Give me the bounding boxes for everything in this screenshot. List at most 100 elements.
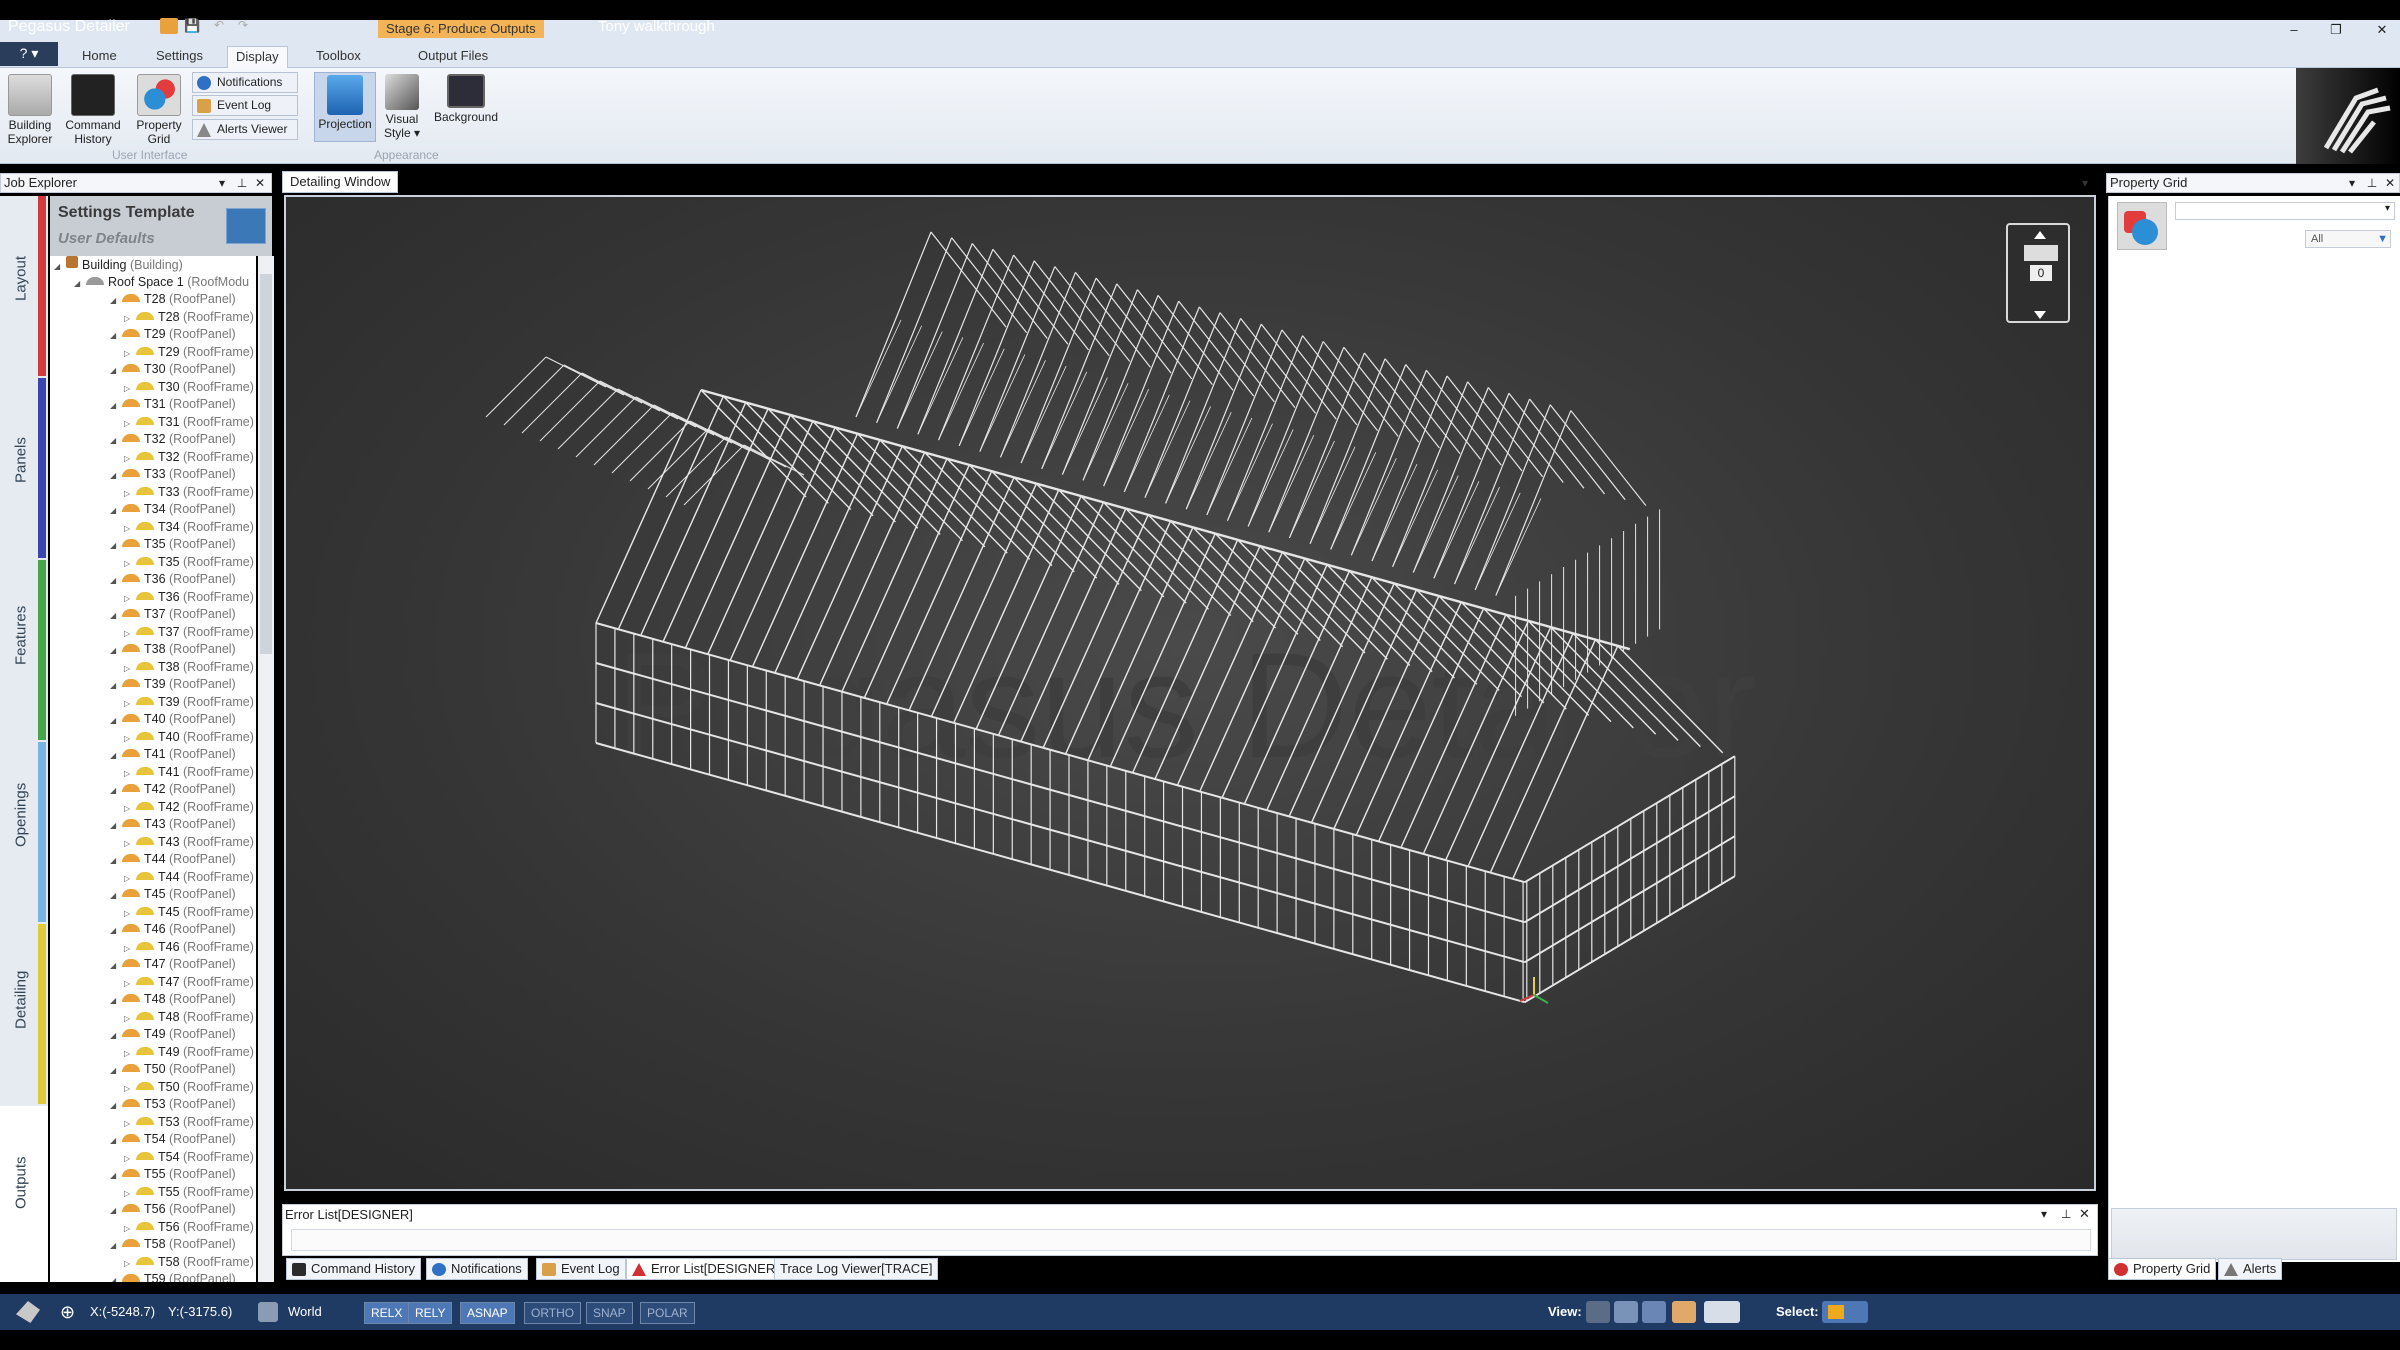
tree-node-panel[interactable]: ◢ T41 (RoofPanel) — [110, 746, 236, 763]
tab-event-log[interactable]: Event Log — [536, 1258, 626, 1280]
tree-node-panel[interactable]: ◢ T47 (RoofPanel) — [110, 956, 236, 973]
nav-up-icon[interactable] — [2034, 231, 2046, 239]
property-filter[interactable]: All ▼ — [2305, 230, 2391, 248]
tree-scrollbar[interactable] — [258, 256, 274, 1282]
tree-node-panel[interactable]: ◢ T54 (RoofPanel) — [110, 1131, 236, 1148]
tree-node-frame[interactable]: ▷ T54 (RoofFrame) — [124, 1149, 254, 1166]
minimize-button[interactable]: – — [2280, 22, 2308, 38]
sidetab-features[interactable]: Features — [0, 560, 48, 740]
projection-button[interactable]: Projection — [314, 72, 376, 142]
relx-toggle[interactable]: RELX — [364, 1302, 410, 1324]
tree-node-panel[interactable]: ◢ T55 (RoofPanel) — [110, 1166, 236, 1183]
background-button[interactable]: Background — [428, 72, 504, 142]
tree-node-frame[interactable]: ▷ T38 (RoofFrame) — [124, 659, 254, 676]
notifications-button[interactable]: Notifications — [192, 72, 298, 93]
tab-error-list[interactable]: Error List[DESIGNER] — [626, 1258, 785, 1280]
tree-node-frame[interactable]: ▷ T44 (RoofFrame) — [124, 869, 254, 886]
tab-toolbox[interactable]: Toolbox — [308, 46, 369, 68]
object-selector[interactable]: ▾ — [2175, 202, 2395, 220]
tree-node-panel[interactable]: ◢ T56 (RoofPanel) — [110, 1201, 236, 1218]
maximize-button[interactable]: ❐ — [2322, 22, 2350, 38]
tree-node-frame[interactable]: ▷ T37 (RoofFrame) — [124, 624, 254, 641]
open-icon[interactable] — [160, 18, 178, 34]
tree-node-panel[interactable]: ◢ T42 (RoofPanel) — [110, 781, 236, 798]
view-zoom-icon[interactable] — [1614, 1301, 1638, 1323]
tree-node-frame[interactable]: ▷ T33 (RoofFrame) — [124, 484, 254, 501]
tree-node-frame[interactable]: ▷ T41 (RoofFrame) — [124, 764, 254, 781]
tree-node-frame[interactable]: ▷ T50 (RoofFrame) — [124, 1079, 254, 1096]
close-button[interactable]: ✕ — [2368, 22, 2396, 38]
snap-toggle[interactable]: SNAP — [586, 1302, 633, 1324]
command-history-button[interactable]: Command History — [60, 72, 126, 146]
tree-node-frame[interactable]: ▷ T49 (RoofFrame) — [124, 1044, 254, 1061]
tab-command-history[interactable]: Command History — [286, 1258, 422, 1280]
view-pan-icon[interactable] — [1642, 1301, 1666, 1323]
tree-node-panel[interactable]: ◢ T32 (RoofPanel) — [110, 431, 236, 448]
tab-property-grid[interactable]: Property Grid — [2108, 1258, 2217, 1280]
tree-node-frame[interactable]: ▷ T56 (RoofFrame) — [124, 1219, 254, 1236]
window-menu-icon[interactable]: ▾ — [2082, 176, 2088, 190]
panel-dropdown-icon[interactable]: ▾ — [2345, 174, 2359, 192]
tree-node-building[interactable]: ◢ Building (Building) — [54, 256, 183, 273]
tab-home[interactable]: Home — [74, 46, 125, 68]
tree-node-panel[interactable]: ◢ T38 (RoofPanel) — [110, 641, 236, 658]
tree-node-frame[interactable]: ▷ T35 (RoofFrame) — [124, 554, 254, 571]
tab-settings[interactable]: Settings — [148, 46, 211, 68]
tree-node-panel[interactable]: ◢ T46 (RoofPanel) — [110, 921, 236, 938]
pin-icon[interactable]: ⊥ — [2365, 174, 2379, 192]
tab-trace-log-viewer[interactable]: Trace Log Viewer[TRACE] — [774, 1258, 939, 1280]
tree-node-panel[interactable]: ◢ T36 (RoofPanel) — [110, 571, 236, 588]
tree-node-frame[interactable]: ▷ T47 (RoofFrame) — [124, 974, 254, 991]
tree-node-panel[interactable]: ◢ T40 (RoofPanel) — [110, 711, 236, 728]
tree-node-frame[interactable]: ▷ T43 (RoofFrame) — [124, 834, 254, 851]
detailing-window-tab[interactable]: Detailing Window — [282, 171, 399, 193]
building-explorer-button[interactable]: Building Explorer — [4, 72, 56, 146]
sidetab-detailing[interactable]: Detailing — [0, 924, 48, 1104]
tree-node-panel[interactable]: ◢ T58 (RoofPanel) — [110, 1236, 236, 1253]
view-orbit-icon[interactable] — [1586, 1301, 1610, 1323]
tree-node-frame[interactable]: ▷ T34 (RoofFrame) — [124, 519, 254, 536]
tree-node-panel[interactable]: ◢ T44 (RoofPanel) — [110, 851, 236, 868]
tab-notifications[interactable]: Notifications — [426, 1258, 528, 1280]
tree-node-panel[interactable]: ◢ T45 (RoofPanel) — [110, 886, 236, 903]
panel-dropdown-icon[interactable]: ▾ — [215, 174, 229, 192]
tab-output-files[interactable]: Output Files — [410, 46, 496, 68]
save-icon[interactable]: 💾 — [184, 18, 202, 34]
sidetab-outputs[interactable]: Outputs — [0, 1106, 48, 1282]
tree-node-roof-space[interactable]: ◢ Roof Space 1 (RoofModu — [74, 274, 249, 291]
tree-node-panel[interactable]: ◢ T39 (RoofPanel) — [110, 676, 236, 693]
polar-toggle[interactable]: POLAR — [640, 1302, 695, 1324]
tree-node-frame[interactable]: ▷ T45 (RoofFrame) — [124, 904, 254, 921]
sidetab-openings[interactable]: Openings — [0, 742, 48, 922]
tree-node-frame[interactable]: ▷ T58 (RoofFrame) — [124, 1254, 254, 1271]
pin-icon[interactable]: ⊥ — [235, 174, 249, 192]
tree-node-frame[interactable]: ▷ T48 (RoofFrame) — [124, 1009, 254, 1026]
undo-icon[interactable]: ↶ — [214, 18, 232, 34]
tab-alerts[interactable]: Alerts — [2218, 1258, 2283, 1280]
tab-display[interactable]: Display — [227, 46, 288, 68]
sidetab-layout[interactable]: Layout — [0, 196, 48, 376]
view-hand-icon[interactable] — [1672, 1301, 1696, 1323]
view-mode-dropdown[interactable] — [1704, 1301, 1740, 1323]
tree-node-frame[interactable]: ▷ T30 (RoofFrame) — [124, 379, 254, 396]
scrollbar-thumb[interactable] — [260, 274, 272, 654]
tree-node-panel[interactable]: ◢ T30 (RoofPanel) — [110, 361, 236, 378]
tree-node-panel[interactable]: ◢ T50 (RoofPanel) — [110, 1061, 236, 1078]
ortho-toggle[interactable]: ORTHO — [524, 1302, 582, 1324]
panel-close-icon[interactable]: ✕ — [253, 174, 267, 192]
redo-icon[interactable]: ↷ — [238, 18, 256, 34]
visual-style-button[interactable]: Visual Style ▾ — [380, 72, 424, 142]
3d-viewport[interactable]: Pegasus Detailer 0 — [284, 195, 2096, 1191]
property-grid-button[interactable]: Property Grid — [130, 72, 188, 146]
tree-node-panel[interactable]: ◢ T35 (RoofPanel) — [110, 536, 236, 553]
tree-node-frame[interactable]: ▷ T28 (RoofFrame) — [124, 309, 254, 326]
event-log-button[interactable]: Event Log — [192, 95, 298, 116]
coordinate-system-icon[interactable] — [258, 1302, 278, 1322]
tree-node-panel[interactable]: ◢ T59 (RoofPanel) — [110, 1271, 236, 1282]
tree-node-frame[interactable]: ▷ T46 (RoofFrame) — [124, 939, 254, 956]
tree-node-frame[interactable]: ▷ T55 (RoofFrame) — [124, 1184, 254, 1201]
tree-node-frame[interactable]: ▷ T40 (RoofFrame) — [124, 729, 254, 746]
tree-node-frame[interactable]: ▷ T31 (RoofFrame) — [124, 414, 254, 431]
tree-node-panel[interactable]: ◢ T34 (RoofPanel) — [110, 501, 236, 518]
navigation-cube[interactable]: 0 — [2006, 223, 2070, 323]
